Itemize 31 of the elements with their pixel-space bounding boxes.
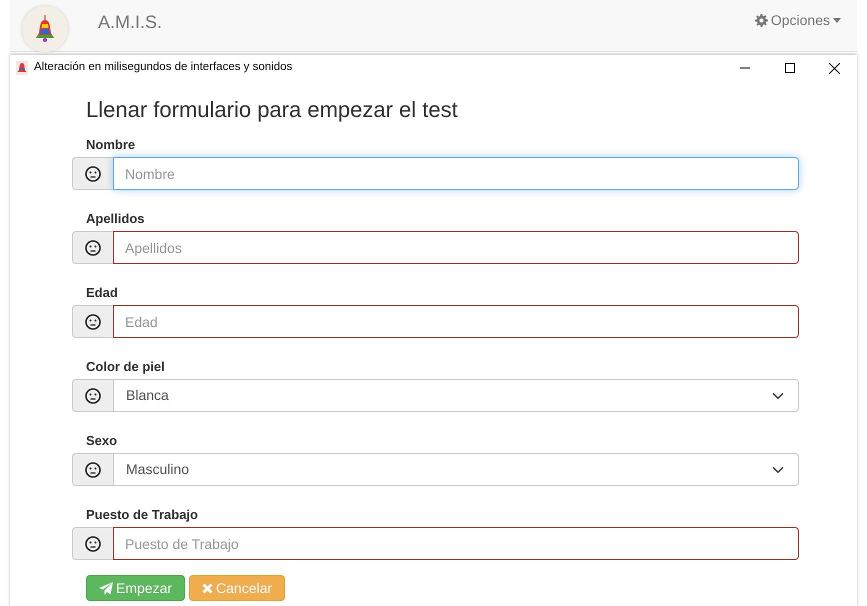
field-label: Nombre (86, 136, 136, 154)
close-icon (202, 582, 214, 594)
maximize-icon (784, 63, 794, 73)
face-icon (85, 462, 101, 478)
select-dropdown[interactable]: Masculino (113, 453, 799, 486)
field-label: Apellidos (86, 210, 145, 228)
field-label: Puesto de Trabajo (86, 506, 198, 524)
app-brand[interactable]: A.M.I.S. (98, 9, 162, 36)
input-field[interactable]: Edad (113, 305, 799, 338)
field-label: Sexo (86, 432, 118, 450)
close-icon (829, 62, 840, 74)
field-label: Color de piel (86, 358, 165, 376)
field-label: Edad (86, 284, 118, 302)
input-field[interactable]: Apellidos (113, 231, 799, 264)
input-field[interactable]: Puesto de Trabajo (113, 527, 799, 560)
paper-plane-icon (99, 582, 113, 595)
window-title: Alteración en milisegundos de interfaces y sonidos (34, 60, 292, 76)
gear-icon (754, 14, 768, 27)
face-icon (85, 166, 101, 182)
bell-logo (22, 6, 68, 52)
face-icon (85, 536, 101, 552)
face-icon (85, 240, 101, 256)
form-heading: Llenar formulario para empezar el test (86, 97, 458, 124)
options-menu[interactable]: Opciones (754, 10, 841, 31)
select-dropdown[interactable]: Blanca (113, 379, 799, 412)
start-button[interactable]: Empezar (86, 575, 186, 602)
face-icon (85, 388, 101, 404)
input-field[interactable]: Nombre (113, 157, 799, 190)
app-icon (16, 61, 28, 75)
face-icon (85, 314, 101, 330)
caret-icon (833, 18, 841, 23)
